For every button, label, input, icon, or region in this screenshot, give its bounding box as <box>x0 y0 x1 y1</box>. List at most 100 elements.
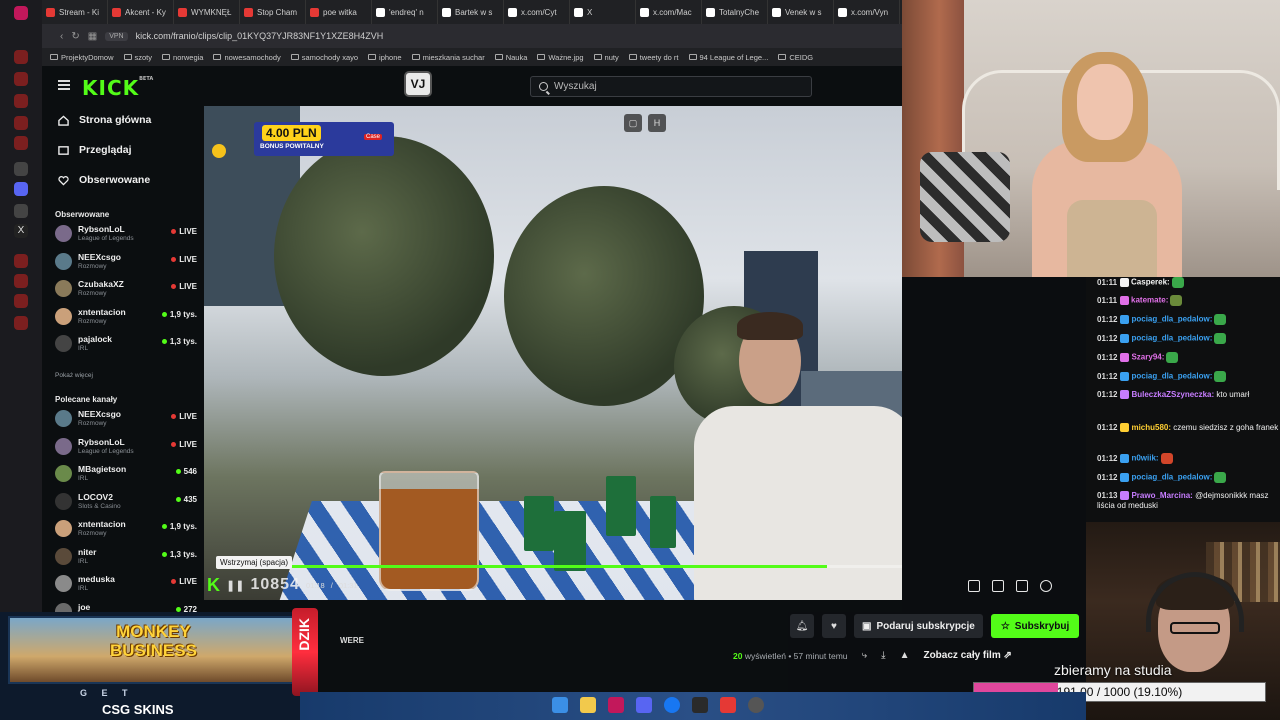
sidebar-app-icon[interactable] <box>14 254 28 268</box>
shield-icon[interactable] <box>692 697 708 713</box>
chat-username[interactable]: pociag_dla_pedalow: <box>1131 372 1212 381</box>
bookmark[interactable]: ProjektyDomow <box>50 53 114 62</box>
facebook-icon[interactable] <box>664 697 680 713</box>
browser-tab[interactable]: x.com/Vyn <box>834 0 900 24</box>
h-icon[interactable]: H <box>648 114 666 132</box>
channel-item[interactable]: xntentacion Rozmowy 1,9 tys. <box>55 305 197 329</box>
browser-tab[interactable]: Stop Cham <box>240 0 306 24</box>
share-icon[interactable]: ⤷ <box>862 650 868 661</box>
x-icon[interactable]: X <box>14 224 28 238</box>
chat-username[interactable]: Casperek: <box>1131 278 1170 287</box>
vj-button[interactable]: VJ <box>404 71 432 97</box>
channel-item[interactable]: RybsonLoL League of Legends LIVE <box>55 222 197 246</box>
sidebar-app-icon[interactable] <box>14 316 28 330</box>
settings-icon[interactable] <box>1040 580 1052 592</box>
bookmark[interactable]: Nauka <box>494 53 527 62</box>
browser-tab[interactable]: x.com/Mac <box>636 0 702 24</box>
gift-sub-button[interactable]: ▣ Podaruj subskrypcje <box>854 614 983 638</box>
chat-username[interactable]: michu580: <box>1131 423 1171 432</box>
vpn-badge[interactable]: VPN <box>105 31 128 41</box>
bookmark[interactable]: samochody xayo <box>290 53 358 62</box>
chat-username[interactable]: n0wiik: <box>1131 454 1158 463</box>
bookmark[interactable]: norwegia <box>162 53 203 62</box>
channel-item[interactable]: meduska IRL LIVE <box>55 572 197 596</box>
browser-tab[interactable]: 'endreq' n <box>372 0 438 24</box>
download-icon[interactable]: ⤓ <box>881 650 885 661</box>
bookmark[interactable]: 94 League of Lege... <box>688 53 768 62</box>
sidebar-app-icon[interactable] <box>14 204 28 218</box>
sidebar-app-icon[interactable] <box>14 162 28 176</box>
channel-item[interactable]: NEEXcsgo Rozmowy LIVE <box>55 250 197 274</box>
nav-browse[interactable]: Przeglądaj <box>58 144 132 156</box>
chat-username[interactable]: pociag_dla_pedalow: <box>1131 473 1212 482</box>
subscribe-button[interactable]: ☆ Subskrybuj <box>990 614 1080 638</box>
report-icon[interactable]: ▲ <box>900 650 910 661</box>
obs-icon[interactable] <box>748 697 764 713</box>
chat-username[interactable]: Prawo_Marcina: <box>1131 491 1192 500</box>
browser-tab[interactable]: Bartek w s <box>438 0 504 24</box>
bookmark[interactable]: CEIDG <box>778 53 813 62</box>
kick-logo[interactable]: KICKBETA <box>82 76 153 100</box>
app-red-icon[interactable] <box>720 697 736 713</box>
sidebar-app-icon[interactable] <box>14 72 28 86</box>
pause-icon[interactable]: ❚❚ <box>226 579 244 592</box>
file-explorer-icon[interactable] <box>580 697 596 713</box>
windows-start-icon[interactable] <box>552 697 568 713</box>
browser-tab[interactable]: x.com/Cyt <box>504 0 570 24</box>
browser-tab[interactable]: Stream - Ki <box>42 0 108 24</box>
discord-icon[interactable] <box>636 697 652 713</box>
video-player[interactable] <box>204 106 902 600</box>
bookmark[interactable]: nowesamochody <box>213 53 281 62</box>
browser-tab[interactable]: Akcent - Ky <box>108 0 174 24</box>
theater-icon[interactable] <box>992 580 1004 592</box>
address-bar[interactable]: ‹ ↻ ▦ VPN kick.com/franio/clips/clip_01K… <box>42 24 902 48</box>
bookmark[interactable]: nuty <box>593 53 619 62</box>
ad-banner[interactable]: MONKEY BUSINESS G E T CSG SKINS <box>0 612 300 720</box>
channel-item[interactable]: xntentacion Rozmowy 1,9 tys. <box>55 517 197 541</box>
sidebar-app-icon[interactable] <box>14 136 28 150</box>
bookmark[interactable]: szoty <box>123 53 152 62</box>
screen-icon[interactable]: ▢ <box>624 114 642 132</box>
channel-item[interactable]: MBagietson IRL 546 <box>55 462 197 486</box>
url-text[interactable]: kick.com/franio/clips/clip_01KYQ37YJR83N… <box>136 31 384 41</box>
channel-item[interactable]: pajalock IRL 1,3 tys. <box>55 332 197 356</box>
bookmark[interactable]: mieszkania suchar <box>411 53 485 62</box>
channel-item[interactable]: CzubakaXZ Rozmowy LIVE <box>55 277 197 301</box>
browser-tab[interactable]: X <box>570 0 636 24</box>
search-input[interactable]: Wyszukaj <box>530 76 812 97</box>
browser-tab[interactable]: poe witka <box>306 0 372 24</box>
opera-taskbar-icon[interactable] <box>608 697 624 713</box>
chat-username[interactable]: Szary94: <box>1131 353 1164 362</box>
channel-item[interactable]: LOCOV2 Slots & Casino 435 <box>55 490 197 514</box>
sidebar-app-icon[interactable] <box>14 294 28 308</box>
browser-tab[interactable]: WYMKNĘŁ <box>174 0 240 24</box>
chat-username[interactable]: pociag_dla_pedalow: <box>1131 315 1212 324</box>
browser-tab[interactable]: Venek w s <box>768 0 834 24</box>
video-progress-bar[interactable] <box>216 565 902 568</box>
reload-icon[interactable]: ↻ <box>71 31 79 42</box>
channel-item[interactable]: niter IRL 1,3 tys. <box>55 545 197 569</box>
bookmark[interactable]: iphone <box>368 53 402 62</box>
channel-item[interactable]: RybsonLoL League of Legends LIVE <box>55 435 197 459</box>
chat-username[interactable]: pociag_dla_pedalow: <box>1131 334 1212 343</box>
back-icon[interactable]: ‹ <box>60 31 63 42</box>
pip-icon[interactable] <box>968 580 980 592</box>
chat-username[interactable]: BuleczkaZSzyneczka: <box>1131 390 1214 399</box>
chat-username[interactable]: katemate: <box>1131 296 1168 305</box>
messenger-icon[interactable] <box>14 182 28 196</box>
nav-home[interactable]: Strona główna <box>58 114 151 126</box>
channel-item[interactable]: NEEXcsgo Rozmowy LIVE <box>55 407 197 431</box>
sidebar-app-icon[interactable] <box>14 50 28 64</box>
sidebar-app-icon[interactable] <box>14 274 28 288</box>
sidebar-app-icon[interactable] <box>14 94 28 108</box>
nav-following[interactable]: Obserwowane <box>58 174 150 186</box>
browser-tab[interactable]: TotalnyChe <box>702 0 768 24</box>
grid-icon[interactable]: ▦ <box>88 31 97 42</box>
opera-icon[interactable] <box>14 6 28 20</box>
full-film-link[interactable]: Zobacz cały film ⇗ <box>923 650 1011 661</box>
fullscreen-icon[interactable] <box>1016 580 1028 592</box>
sidebar-app-icon[interactable] <box>14 116 28 130</box>
menu-icon[interactable] <box>58 80 70 90</box>
bookmark[interactable]: Ważne.jpg <box>537 53 584 62</box>
show-more-link[interactable]: Pokaż więcej <box>55 372 93 379</box>
